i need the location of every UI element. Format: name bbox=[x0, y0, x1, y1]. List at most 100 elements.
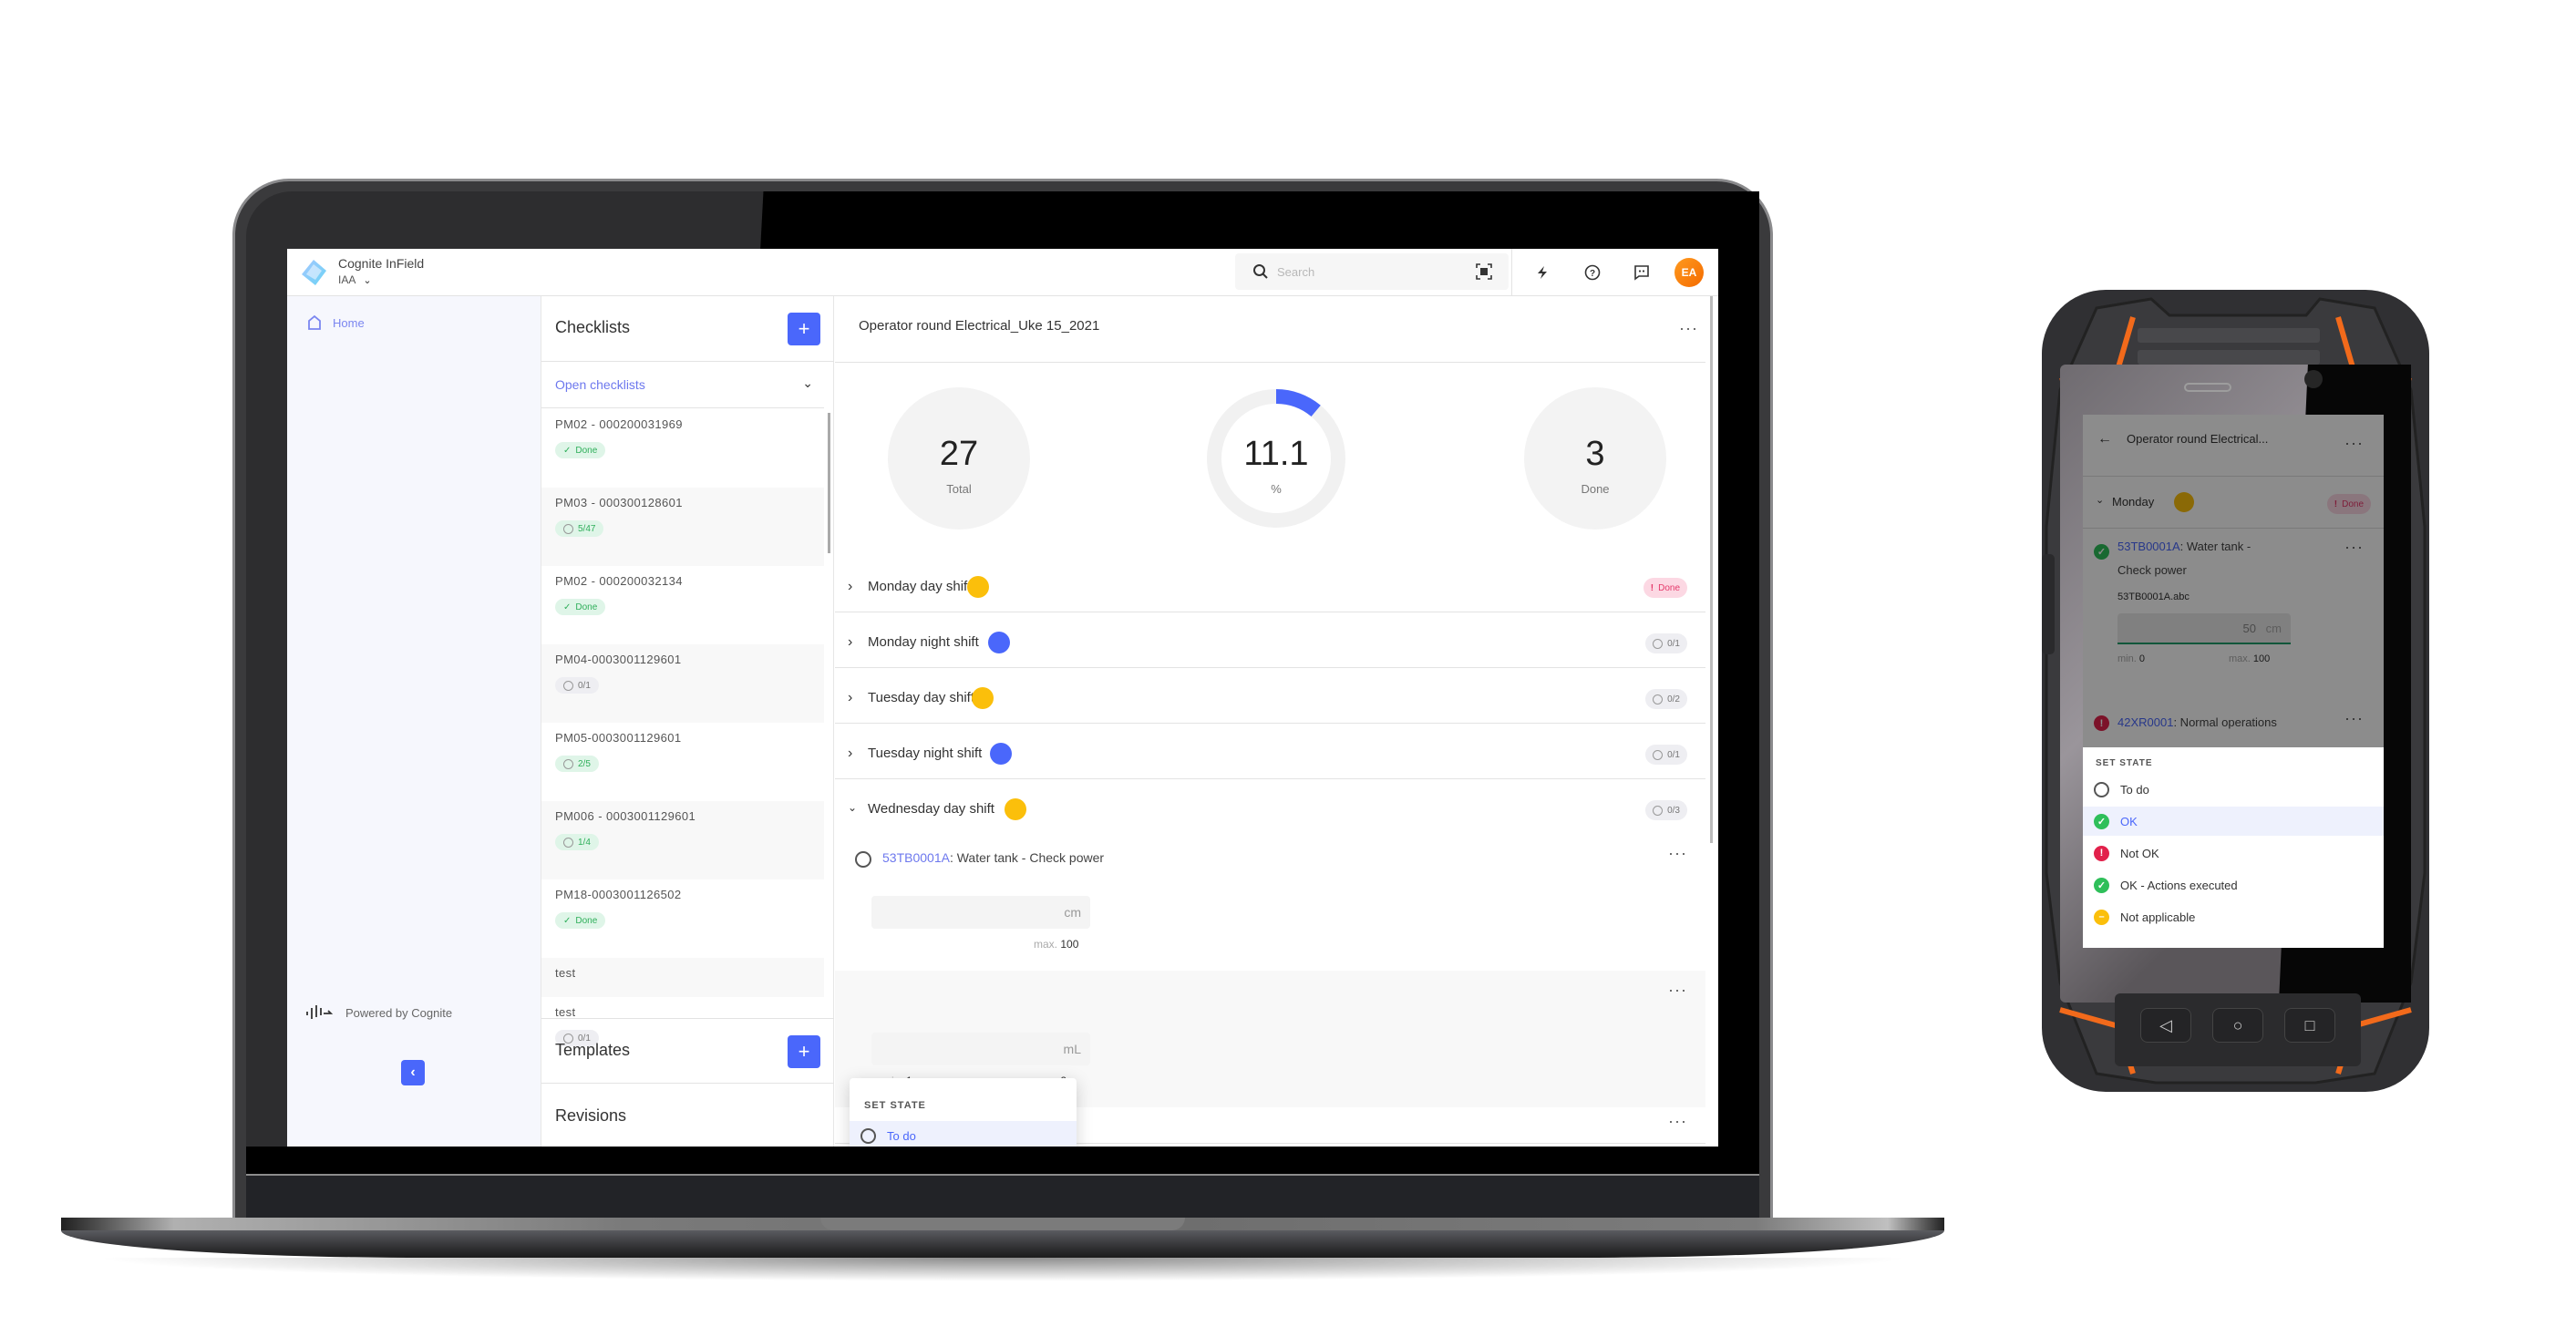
task-tag-link[interactable]: 53TB0001A bbox=[882, 850, 950, 865]
status-label: 5/47 bbox=[578, 523, 596, 534]
alert-icon: ! bbox=[1650, 582, 1654, 593]
status-label: Done bbox=[575, 602, 598, 612]
checklist-item[interactable]: PM18-0003001126502 ✓ Done bbox=[541, 879, 824, 958]
shift-row[interactable]: › Tuesday night shift 0/1 bbox=[835, 729, 1705, 779]
state-option-label: OK bbox=[2120, 814, 2138, 828]
shift-status-badge: 0/3 bbox=[1645, 800, 1687, 820]
chevron-down-icon: ⌄ bbox=[363, 275, 372, 286]
home-icon[interactable]: ○ bbox=[2212, 1008, 2263, 1043]
state-option-ok[interactable]: ✓ OK bbox=[2083, 807, 2384, 836]
stat-done-label: Done bbox=[1581, 482, 1610, 496]
state-option-na[interactable]: – Not applicable bbox=[2083, 902, 2384, 931]
na-state-icon: – bbox=[2094, 909, 2109, 925]
measurement-input[interactable]: mL bbox=[871, 1033, 1090, 1065]
checklist-item[interactable]: PM03 - 000300128601 5/47 bbox=[541, 488, 824, 566]
project-name: IAA bbox=[338, 273, 356, 286]
moon-icon bbox=[990, 743, 1012, 765]
phone-screen: ← Operator round Electrical... ··· ⌄ Mon… bbox=[2083, 415, 2384, 948]
state-option-todo[interactable]: To do bbox=[850, 1121, 1077, 1147]
status-badge: ✓ Done bbox=[555, 599, 606, 615]
checklists-header: Checklists + bbox=[541, 296, 834, 362]
shift-row[interactable]: ⌄ Wednesday day shift 0/3 bbox=[835, 785, 1705, 835]
shift-row[interactable]: › Monday day shift! Done bbox=[835, 562, 1705, 612]
chat-icon[interactable] bbox=[1630, 261, 1654, 284]
checklist-item[interactable]: PM02 - 000200032134 ✓ Done bbox=[541, 566, 824, 644]
checklist-name: PM02 - 000200031969 bbox=[555, 417, 683, 431]
sidebar-item-home[interactable]: Home bbox=[307, 314, 365, 331]
status-badge: 0/1 bbox=[555, 677, 599, 694]
search-box[interactable] bbox=[1235, 253, 1509, 290]
checklist-name: test bbox=[555, 1005, 576, 1019]
state-option-label: OK - Actions executed bbox=[2120, 878, 2238, 892]
top-bar: Cognite InField IAA ⌄ ? EA bbox=[287, 249, 1718, 296]
checklist-detail: Operator round Electrical_Uke 15_2021 ··… bbox=[835, 296, 1718, 1147]
max-prefix: max. bbox=[1034, 938, 1058, 951]
checklist-item[interactable]: PM04-0003001129601 0/1 bbox=[541, 644, 824, 723]
stat-done: 3 Done bbox=[1524, 387, 1666, 530]
add-template-button[interactable]: + bbox=[788, 1035, 820, 1068]
revisions-header[interactable]: Revisions bbox=[541, 1085, 834, 1147]
task-item[interactable]: 53TB0001A: Water tank - Check power ··· … bbox=[835, 834, 1705, 971]
more-options-icon[interactable]: ··· bbox=[1668, 1113, 1687, 1129]
set-state-title: SET STATE bbox=[2096, 758, 2153, 768]
lightning-icon[interactable] bbox=[1530, 261, 1554, 284]
shift-row[interactable]: › Monday night shift 0/1 bbox=[835, 618, 1705, 668]
search-input[interactable] bbox=[1277, 253, 1468, 290]
more-options-icon[interactable]: ··· bbox=[1679, 320, 1698, 336]
shift-status-label: Done bbox=[1658, 582, 1680, 593]
measurement-input[interactable]: cm bbox=[871, 896, 1090, 929]
help-icon[interactable]: ? bbox=[1581, 261, 1604, 284]
chevron-left-icon: ‹ bbox=[410, 1064, 416, 1080]
laptop-bezel-bottom bbox=[246, 1147, 1759, 1174]
phone-speaker bbox=[2184, 383, 2231, 392]
todo-state-icon bbox=[860, 1127, 876, 1144]
recents-icon[interactable]: □ bbox=[2284, 1008, 2335, 1043]
user-avatar[interactable]: EA bbox=[1674, 258, 1704, 287]
templates-header[interactable]: Templates + bbox=[541, 1018, 834, 1084]
project-selector[interactable]: IAA ⌄ bbox=[338, 273, 372, 286]
checklist-item[interactable]: PM05-0003001129601 2/5 bbox=[541, 723, 824, 801]
status-badge: 5/47 bbox=[555, 520, 604, 537]
plus-icon: + bbox=[798, 1040, 810, 1063]
checklists-panel: Checklists + Open checklists ⌄ PM02 - 00… bbox=[541, 296, 834, 1147]
more-options-icon[interactable]: ··· bbox=[1668, 982, 1687, 998]
add-checklist-button[interactable]: + bbox=[788, 313, 820, 345]
chevron-right-icon: › bbox=[848, 634, 853, 650]
checklist-title: Operator round Electrical_Uke 15_2021 bbox=[859, 318, 1100, 334]
shift-row[interactable]: › Tuesday day shift 0/2 bbox=[835, 674, 1705, 724]
shift-name: Tuesday night shift bbox=[868, 746, 983, 761]
filter-label: Open checklists bbox=[555, 377, 645, 392]
search-icon bbox=[1253, 264, 1268, 279]
modal-backdrop[interactable] bbox=[2083, 415, 2384, 747]
stat-percent-value: 11.1 bbox=[1243, 435, 1309, 473]
set-state-title: SET STATE bbox=[864, 1100, 926, 1111]
more-options-icon[interactable]: ··· bbox=[1668, 845, 1687, 861]
checklist-name: PM03 - 000300128601 bbox=[555, 496, 683, 509]
shift-status-badge: ! Done bbox=[1643, 578, 1687, 598]
checklist-item[interactable]: PM006 - 0003001129601 1/4 bbox=[541, 801, 824, 879]
state-option-todo[interactable]: To do bbox=[2083, 775, 2384, 804]
state-option-ok-actions[interactable]: ✓ OK - Actions executed bbox=[2083, 870, 2384, 900]
status-label: Done bbox=[575, 445, 598, 456]
checklist-scrollbar[interactable] bbox=[828, 413, 830, 553]
chevron-down-icon: ⌄ bbox=[848, 801, 858, 814]
status-badge: 1/4 bbox=[555, 834, 599, 850]
state-option-not-ok[interactable]: ! Not OK bbox=[2083, 838, 2384, 868]
not-ok-state-icon: ! bbox=[2094, 845, 2109, 861]
back-icon[interactable]: ◁ bbox=[2140, 1008, 2191, 1043]
detail-scrollbar[interactable] bbox=[1710, 296, 1713, 843]
checklist-filter-dropdown[interactable]: Open checklists ⌄ bbox=[541, 363, 824, 408]
powered-by: Powered by Cognite bbox=[304, 1004, 452, 1021]
status-badge: 2/5 bbox=[555, 756, 599, 772]
phone-camera bbox=[2304, 370, 2323, 388]
scan-icon[interactable] bbox=[1476, 263, 1492, 280]
laptop-base bbox=[61, 1230, 1944, 1258]
task-state-toggle[interactable] bbox=[855, 851, 871, 868]
shift-status-label: 0/1 bbox=[1667, 638, 1680, 649]
chevron-right-icon: › bbox=[848, 579, 853, 594]
shift-name: Monday night shift bbox=[868, 634, 979, 650]
collapse-sidebar-button[interactable]: ‹ bbox=[401, 1060, 425, 1085]
task-description: : Water tank - Check power bbox=[949, 850, 1105, 865]
checklist-item[interactable]: PM02 - 000200031969 ✓ Done bbox=[541, 409, 824, 488]
checklist-item[interactable]: test bbox=[541, 958, 824, 997]
